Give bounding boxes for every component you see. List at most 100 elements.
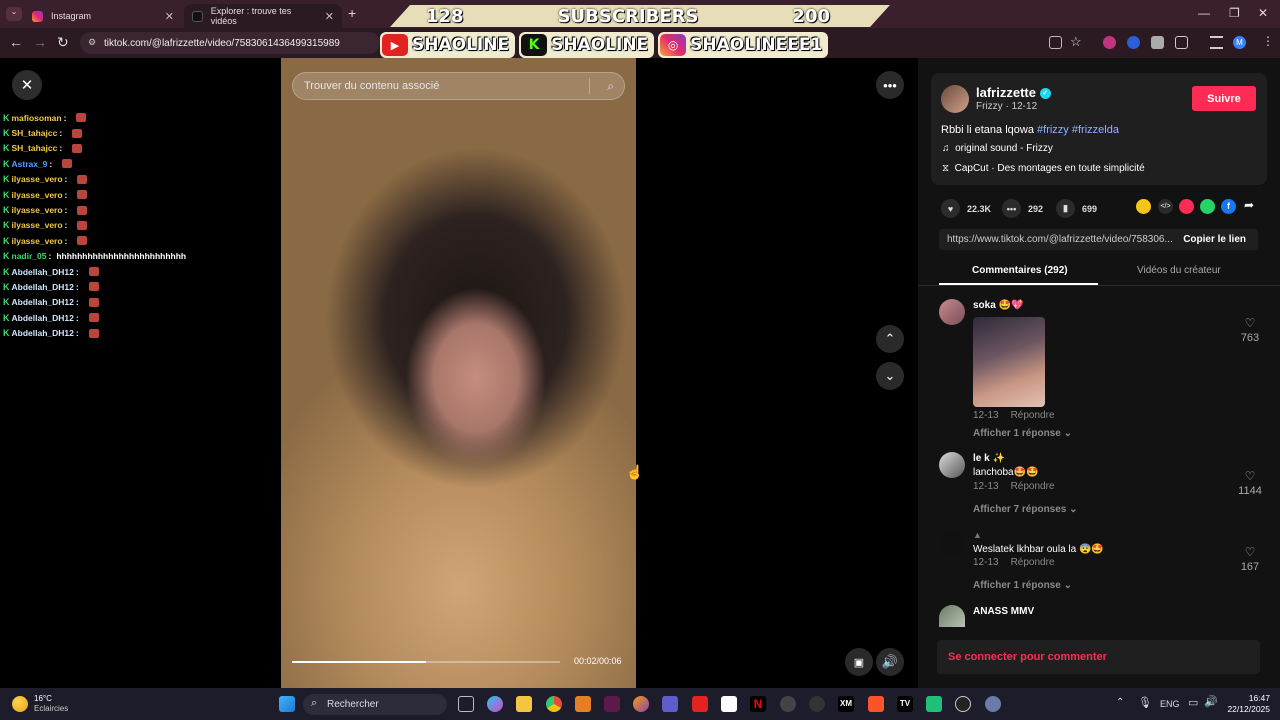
login-to-comment-button[interactable]: Se connecter pour commenter — [937, 640, 1260, 674]
search-icon[interactable]: ⌕ — [607, 79, 614, 94]
weather-widget[interactable]: 16°C Eclaircies — [12, 693, 68, 715]
embed-icon[interactable]: </> — [1158, 199, 1173, 214]
chat-username[interactable]: ilyasse_vero — [12, 174, 63, 184]
chat-username[interactable]: ilyasse_vero — [12, 236, 63, 246]
comment-author[interactable]: ▲ — [973, 530, 982, 540]
reading-list-icon[interactable] — [1210, 36, 1223, 49]
media-player-icon[interactable] — [955, 696, 971, 712]
comment-button[interactable]: ••• 292 — [1002, 199, 1043, 218]
brave-icon[interactable] — [868, 696, 884, 712]
copy-link-button[interactable]: Copier le lien — [1183, 234, 1246, 245]
view-replies-button[interactable]: Afficher 1 réponse ⌄ — [973, 580, 1072, 591]
back-icon[interactable]: ← — [9, 34, 23, 50]
chrome-icon[interactable] — [546, 696, 562, 712]
windows-start-icon[interactable] — [279, 696, 295, 712]
install-app-icon[interactable] — [1049, 36, 1062, 49]
tab-comments[interactable]: Commentaires (292) — [972, 265, 1068, 276]
app-icon[interactable] — [575, 696, 591, 712]
chat-username[interactable]: Astrax_9 — [12, 159, 48, 169]
site-info-icon[interactable]: ⚙ — [88, 37, 96, 48]
extension-icon[interactable] — [1103, 36, 1116, 49]
reply-button[interactable]: Répondre — [1011, 557, 1055, 568]
app-icon[interactable] — [721, 696, 737, 712]
author-username[interactable]: lafrizzette ✓ — [976, 85, 1051, 100]
close-window-button[interactable]: ✕ — [1258, 6, 1268, 20]
comment-avatar[interactable] — [939, 530, 965, 556]
miniplayer-button[interactable]: ▣ — [845, 648, 873, 676]
chat-username[interactable]: Abdellah_DH12 — [12, 297, 74, 307]
extension-icon[interactable] — [1151, 36, 1164, 49]
volume-button[interactable]: 🔊 — [876, 648, 904, 676]
task-view-icon[interactable] — [458, 696, 474, 712]
show-hidden-icons[interactable]: ⌃ — [1116, 697, 1124, 708]
chat-username[interactable]: SH_tahajcc — [12, 143, 58, 153]
chat-username[interactable]: mafiosoman — [12, 113, 62, 123]
minimize-button[interactable]: — — [1198, 6, 1210, 20]
view-replies-button[interactable]: Afficher 1 réponse ⌄ — [973, 428, 1072, 439]
share-icon[interactable]: ➦ — [1244, 198, 1254, 212]
app-icon[interactable] — [809, 696, 825, 712]
teams-icon[interactable] — [662, 696, 678, 712]
next-video-button[interactable]: ⌄ — [876, 362, 904, 390]
comment-author[interactable]: le k ✨ — [973, 453, 1005, 464]
profile-avatar[interactable]: M — [1233, 36, 1246, 49]
comment-avatar[interactable] — [939, 452, 965, 478]
extension-icon[interactable] — [1127, 36, 1140, 49]
chat-username[interactable]: nadir_05 — [12, 251, 47, 261]
send-icon[interactable] — [1179, 199, 1194, 214]
chat-username[interactable]: Abdellah_DH12 — [12, 282, 74, 292]
video-player[interactable] — [281, 58, 636, 688]
chat-username[interactable]: Abdellah_DH12 — [12, 267, 74, 277]
comment-avatar[interactable] — [939, 605, 965, 627]
comment-author[interactable]: soka 🤩💖 — [973, 300, 1023, 311]
comment-like-button[interactable]: ♡ 1144 — [1235, 469, 1265, 497]
video-progress-bar[interactable] — [292, 661, 560, 663]
comment-author[interactable]: ANASS MMV — [973, 606, 1034, 617]
url-field[interactable]: ⚙ tiktok.com/@lafrizzette/video/75830614… — [80, 32, 380, 54]
app-icon[interactable] — [633, 696, 649, 712]
settings-icon[interactable] — [985, 696, 1001, 712]
copilot-icon[interactable] — [487, 696, 503, 712]
comment-like-button[interactable]: ♡ 167 — [1235, 545, 1265, 573]
app-icon[interactable] — [780, 696, 796, 712]
view-replies-button[interactable]: Afficher 7 réponses ⌄ — [973, 504, 1078, 515]
microphone-icon[interactable]: 🎙 — [1138, 696, 1152, 709]
close-viewer-button[interactable]: ✕ — [12, 70, 42, 100]
app-icon[interactable] — [926, 696, 942, 712]
reply-button[interactable]: Répondre — [1011, 481, 1055, 492]
comment-avatar[interactable] — [939, 299, 965, 325]
reply-button[interactable]: Répondre — [1011, 410, 1055, 421]
language-indicator[interactable]: ENG — [1160, 699, 1180, 709]
network-icon[interactable]: ▭ — [1188, 696, 1198, 709]
forward-icon[interactable]: → — [33, 34, 47, 50]
follow-button[interactable]: Suivre — [1192, 86, 1256, 111]
reload-icon[interactable]: ↻ — [57, 34, 69, 51]
tab-instagram[interactable]: Instagram ✕ — [24, 4, 182, 28]
youtube-icon[interactable] — [692, 696, 708, 712]
hashtag-links[interactable]: #frizzy #frizzelda — [1037, 124, 1119, 136]
extensions-puzzle-icon[interactable] — [1175, 36, 1188, 49]
comment-like-button[interactable]: ♡ 763 — [1235, 316, 1265, 344]
file-explorer-icon[interactable] — [516, 696, 532, 712]
tab-creator-videos[interactable]: Vidéos du créateur — [1137, 265, 1221, 276]
chat-username[interactable]: ilyasse_vero — [12, 190, 63, 200]
maximize-button[interactable]: ❐ — [1229, 6, 1240, 20]
chat-username[interactable]: ilyasse_vero — [12, 220, 63, 230]
new-tab-button[interactable]: + — [348, 5, 356, 21]
app-icon[interactable]: XM — [838, 696, 854, 712]
facebook-icon[interactable]: f — [1221, 199, 1236, 214]
like-button[interactable]: ♥ 22.3K — [941, 199, 991, 218]
app-icon[interactable]: TV — [897, 696, 913, 712]
previous-video-button[interactable]: ⌃ — [876, 325, 904, 353]
related-search-input[interactable]: Trouver du contenu associé ⌕ — [292, 72, 625, 100]
capcut-link[interactable]: ⧖ CapCut · Des montages en toute simplic… — [942, 163, 1145, 174]
whatsapp-icon[interactable] — [1200, 199, 1215, 214]
chat-username[interactable]: Abdellah_DH12 — [12, 313, 74, 323]
comment-sticker-image[interactable] — [973, 317, 1045, 407]
browser-menu-icon[interactable]: ⋮ — [1262, 34, 1274, 48]
close-tab-button[interactable]: ✕ — [325, 10, 334, 23]
sound-link[interactable]: ♫ original sound - Frizzy — [942, 143, 1053, 154]
app-icon[interactable] — [604, 696, 620, 712]
chat-username[interactable]: SH_tahajcc — [12, 128, 58, 138]
more-options-button[interactable]: ••• — [876, 71, 904, 99]
